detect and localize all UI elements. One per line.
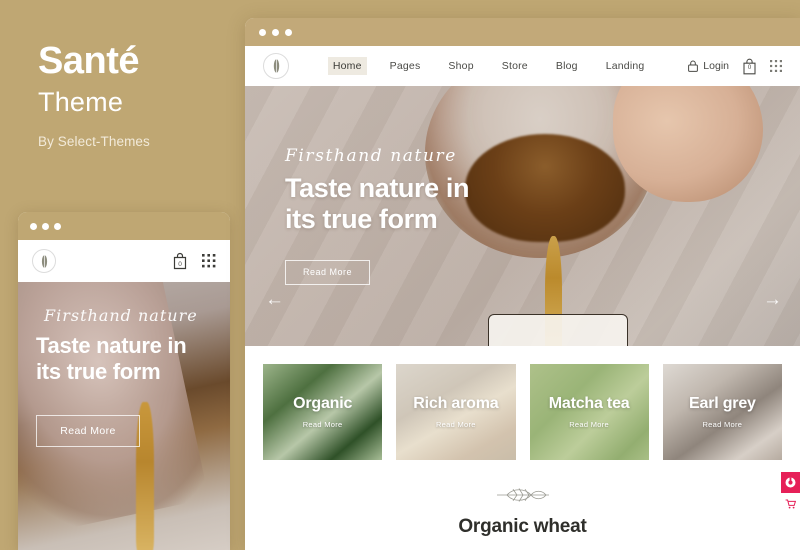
mobile-cart-button[interactable]: 0 [172,252,188,270]
login-button[interactable]: Login [688,60,729,72]
mobile-nav-actions: 0 [172,252,216,270]
login-label: Login [703,60,729,72]
hero-slider: Firsthand nature Taste nature in its tru… [245,86,800,346]
mobile-hero-headline: Taste nature in its true form [36,333,212,385]
cart-button[interactable]: 0 [742,58,757,75]
mobile-headline-line-1: Taste nature in [36,333,187,358]
envato-circle-icon [785,477,796,488]
card-read-more-link[interactable]: Read More [436,420,476,429]
hero-next-arrow-icon[interactable]: → [763,290,782,309]
wheat-logo-icon [41,254,47,268]
mobile-cart-count: 0 [178,261,182,268]
envato-badge-button[interactable] [781,472,800,493]
window-dot-close-icon[interactable] [30,222,37,230]
mobile-logo[interactable] [32,249,56,273]
grid-dots-icon[interactable] [202,254,216,268]
nav-item-landing[interactable]: Landing [601,57,650,75]
mobile-hero: Firsthand nature Taste nature in its tru… [18,282,230,550]
cart-float-button[interactable] [781,493,800,514]
window-dot-minimize-icon[interactable] [272,28,279,36]
hero-headline-line-1: Taste nature in [285,173,470,203]
mobile-headline-line-2: its true form [36,358,161,384]
window-dot-maximize-icon[interactable] [285,28,292,36]
card-read-more-link[interactable]: Read More [702,420,742,429]
category-cards: Organic Read More Rich aroma Read More M… [245,346,800,460]
grid-dots-icon[interactable] [770,60,782,72]
mobile-read-more-button[interactable]: Read More [36,414,140,447]
site-navbar: Home Pages Shop Store Blog Landing Login… [245,46,800,86]
hero-prev-arrow-icon[interactable]: ← [265,290,284,309]
card-title: Rich aroma [413,395,499,412]
hero-headline: Taste nature in its true form [285,173,800,236]
wheat-logo-icon [273,59,279,73]
hero-headline-line-2: its true form [285,204,438,235]
organic-wheat-section: Organic wheat [245,460,800,538]
hero-content: Firsthand nature Taste nature in its tru… [245,86,800,346]
window-dot-close-icon[interactable] [259,28,266,36]
nav-item-pages[interactable]: Pages [385,57,426,75]
nav-item-blog[interactable]: Blog [551,57,583,75]
window-dot-minimize-icon[interactable] [42,222,49,230]
mobile-navbar: 0 [18,240,230,282]
card-title: Organic [293,395,353,412]
nav-item-store[interactable]: Store [497,57,533,75]
promo-panel: Santé Theme By Select-Themes 0 Firsthand… [0,0,245,550]
promo-title-block: Santé Theme By Select-Themes [38,40,150,149]
category-card-matcha-tea[interactable]: Matcha tea Read More [529,364,649,460]
floating-side-buttons [781,472,800,514]
mobile-hero-script: Firsthand nature [44,306,198,325]
window-dot-maximize-icon[interactable] [54,222,61,230]
category-card-earl-grey[interactable]: Earl grey Read More [662,364,782,460]
cart-count: 0 [747,64,752,71]
cart-icon [785,499,796,508]
theme-subtitle: Theme [38,86,124,117]
hero-read-more-button[interactable]: Read More [285,259,370,285]
site-logo[interactable] [263,53,289,79]
nav-actions: Login 0 [688,58,782,75]
theme-author: By Select-Themes [38,133,150,149]
mobile-titlebar [18,212,230,240]
section-title: Organic wheat [458,516,587,537]
card-title: Earl grey [689,395,756,412]
mobile-hero-content: Firsthand nature Taste nature in its tru… [18,282,230,550]
nav-item-shop[interactable]: Shop [443,57,478,75]
main-menu: Home Pages Shop Store Blog Landing [327,57,650,75]
hero-script-text: Firsthand nature [285,146,457,166]
wheat-leaf-ornament-icon [496,488,549,502]
lock-icon [688,60,699,72]
card-read-more-link[interactable]: Read More [569,420,609,429]
card-read-more-link[interactable]: Read More [303,420,343,429]
card-title: Matcha tea [548,395,630,412]
nav-item-home[interactable]: Home [327,57,367,75]
browser-titlebar [245,18,800,46]
mobile-mockup: 0 Firsthand nature Taste nature in its t… [18,212,230,550]
category-card-organic[interactable]: Organic Read More [263,364,383,460]
theme-name: Santé [38,40,139,82]
category-card-rich-aroma[interactable]: Rich aroma Read More [396,364,516,460]
browser-window: Home Pages Shop Store Blog Landing Login… [245,18,800,550]
